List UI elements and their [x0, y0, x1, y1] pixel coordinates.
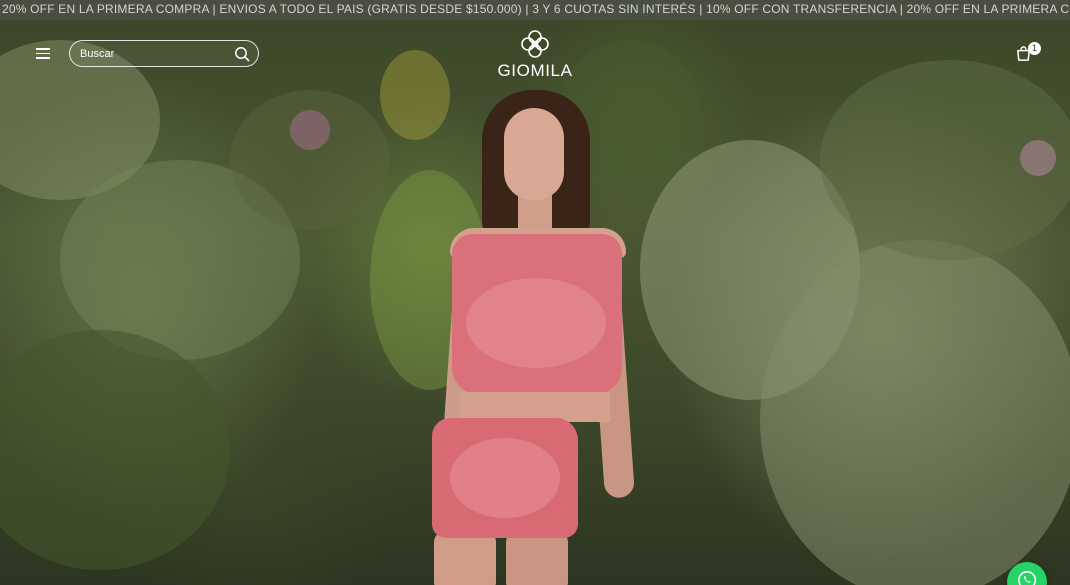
- brand-logo[interactable]: GIOMILA: [485, 28, 585, 82]
- cart-button[interactable]: 1: [1012, 42, 1042, 66]
- flower: [290, 110, 330, 150]
- search-input[interactable]: [80, 41, 230, 66]
- hamburger-menu-icon[interactable]: [30, 42, 56, 64]
- hero-banner-image[interactable]: [0, 0, 1070, 585]
- flower-logo-icon: [521, 30, 549, 58]
- model-figure: [420, 88, 650, 585]
- foliage: [0, 330, 230, 570]
- promo-text: 20% OFF EN LA PRIMERA COMPRA | ENVIOS A …: [2, 2, 1070, 16]
- promo-announcement-bar[interactable]: 20% OFF EN LA PRIMERA COMPRA | ENVIOS A …: [0, 0, 1070, 20]
- search-icon[interactable]: [234, 46, 250, 62]
- flower: [1020, 140, 1056, 176]
- whatsapp-icon: [1018, 570, 1037, 585]
- foliage: [760, 240, 1070, 585]
- cart-count-badge: 1: [1028, 42, 1041, 55]
- search-bar[interactable]: [69, 40, 259, 67]
- brand-name: GIOMILA: [497, 61, 573, 80]
